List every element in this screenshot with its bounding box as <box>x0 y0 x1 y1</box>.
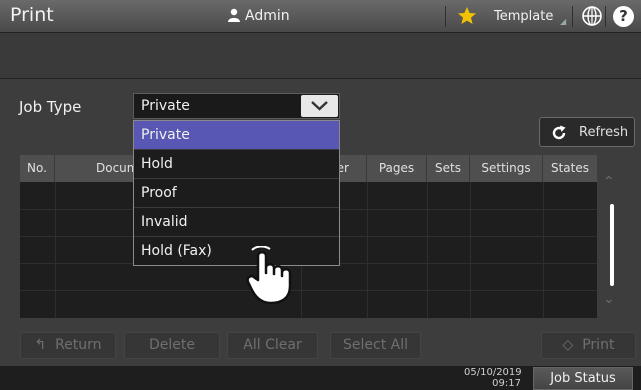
status-date: 05/10/2019 <box>464 367 522 378</box>
date-time: 05/10/2019 09:17 <box>464 367 522 389</box>
separator <box>605 6 606 27</box>
user-name: Admin <box>245 8 290 24</box>
column-header-pages[interactable]: Pages <box>367 155 427 182</box>
chevron-down-icon <box>311 101 328 111</box>
dropdown-toggle-button[interactable] <box>301 95 338 117</box>
globe-icon[interactable] <box>581 5 603 27</box>
status-time: 09:17 <box>492 378 521 389</box>
touch-hand-icon <box>246 246 292 305</box>
job-type-value: Private <box>141 98 190 114</box>
option-hold[interactable]: Hold <box>134 150 339 179</box>
scrollbar[interactable] <box>610 204 614 286</box>
template-button[interactable]: Template <box>494 9 553 24</box>
job-type-label: Job Type <box>19 98 82 116</box>
option-proof[interactable]: Proof <box>134 179 339 208</box>
table-row[interactable] <box>20 290 597 291</box>
column-header-sets[interactable]: Sets <box>427 155 470 182</box>
separator <box>445 6 446 27</box>
scroll-up-icon[interactable]: ⌃ <box>603 174 615 190</box>
column-header-settings[interactable]: Settings <box>470 155 543 182</box>
option-invalid[interactable]: Invalid <box>134 208 339 237</box>
column-header-no[interactable]: No. <box>20 155 55 182</box>
refresh-icon <box>552 125 566 140</box>
title-bar: Print Admin Template ◢ ? <box>0 0 641 33</box>
refresh-button[interactable]: Refresh <box>539 117 635 147</box>
user-icon <box>228 8 240 22</box>
option-hold-fax[interactable]: Hold (Fax) <box>134 237 339 266</box>
user-indicator[interactable]: Admin <box>227 8 290 24</box>
star-icon[interactable] <box>457 6 477 26</box>
refresh-label: Refresh <box>579 125 629 140</box>
print-button[interactable]: ◇ Print <box>541 332 636 359</box>
page-title: Print <box>10 4 54 26</box>
option-private[interactable]: Private <box>134 121 339 150</box>
print-icon: ◇ <box>562 337 574 353</box>
corner-arrow-icon: ◢ <box>560 17 567 26</box>
scroll-down-icon[interactable]: ⌄ <box>603 291 615 307</box>
all-clear-button[interactable]: All Clear <box>227 332 318 359</box>
job-type-select[interactable]: Private <box>133 93 340 119</box>
return-icon: ↰ <box>34 337 47 353</box>
select-all-button[interactable]: Select All <box>330 332 421 359</box>
toolbar-strip <box>0 33 641 79</box>
job-type-dropdown-list: Private Hold Proof Invalid Hold (Fax) <box>133 120 340 266</box>
column-header-states[interactable]: States <box>543 155 597 182</box>
job-status-button[interactable]: Job Status <box>533 367 633 390</box>
return-button[interactable]: ↰ Return <box>20 332 116 359</box>
separator <box>572 6 573 27</box>
help-icon[interactable]: ? <box>613 6 634 27</box>
delete-button[interactable]: Delete <box>124 332 220 359</box>
